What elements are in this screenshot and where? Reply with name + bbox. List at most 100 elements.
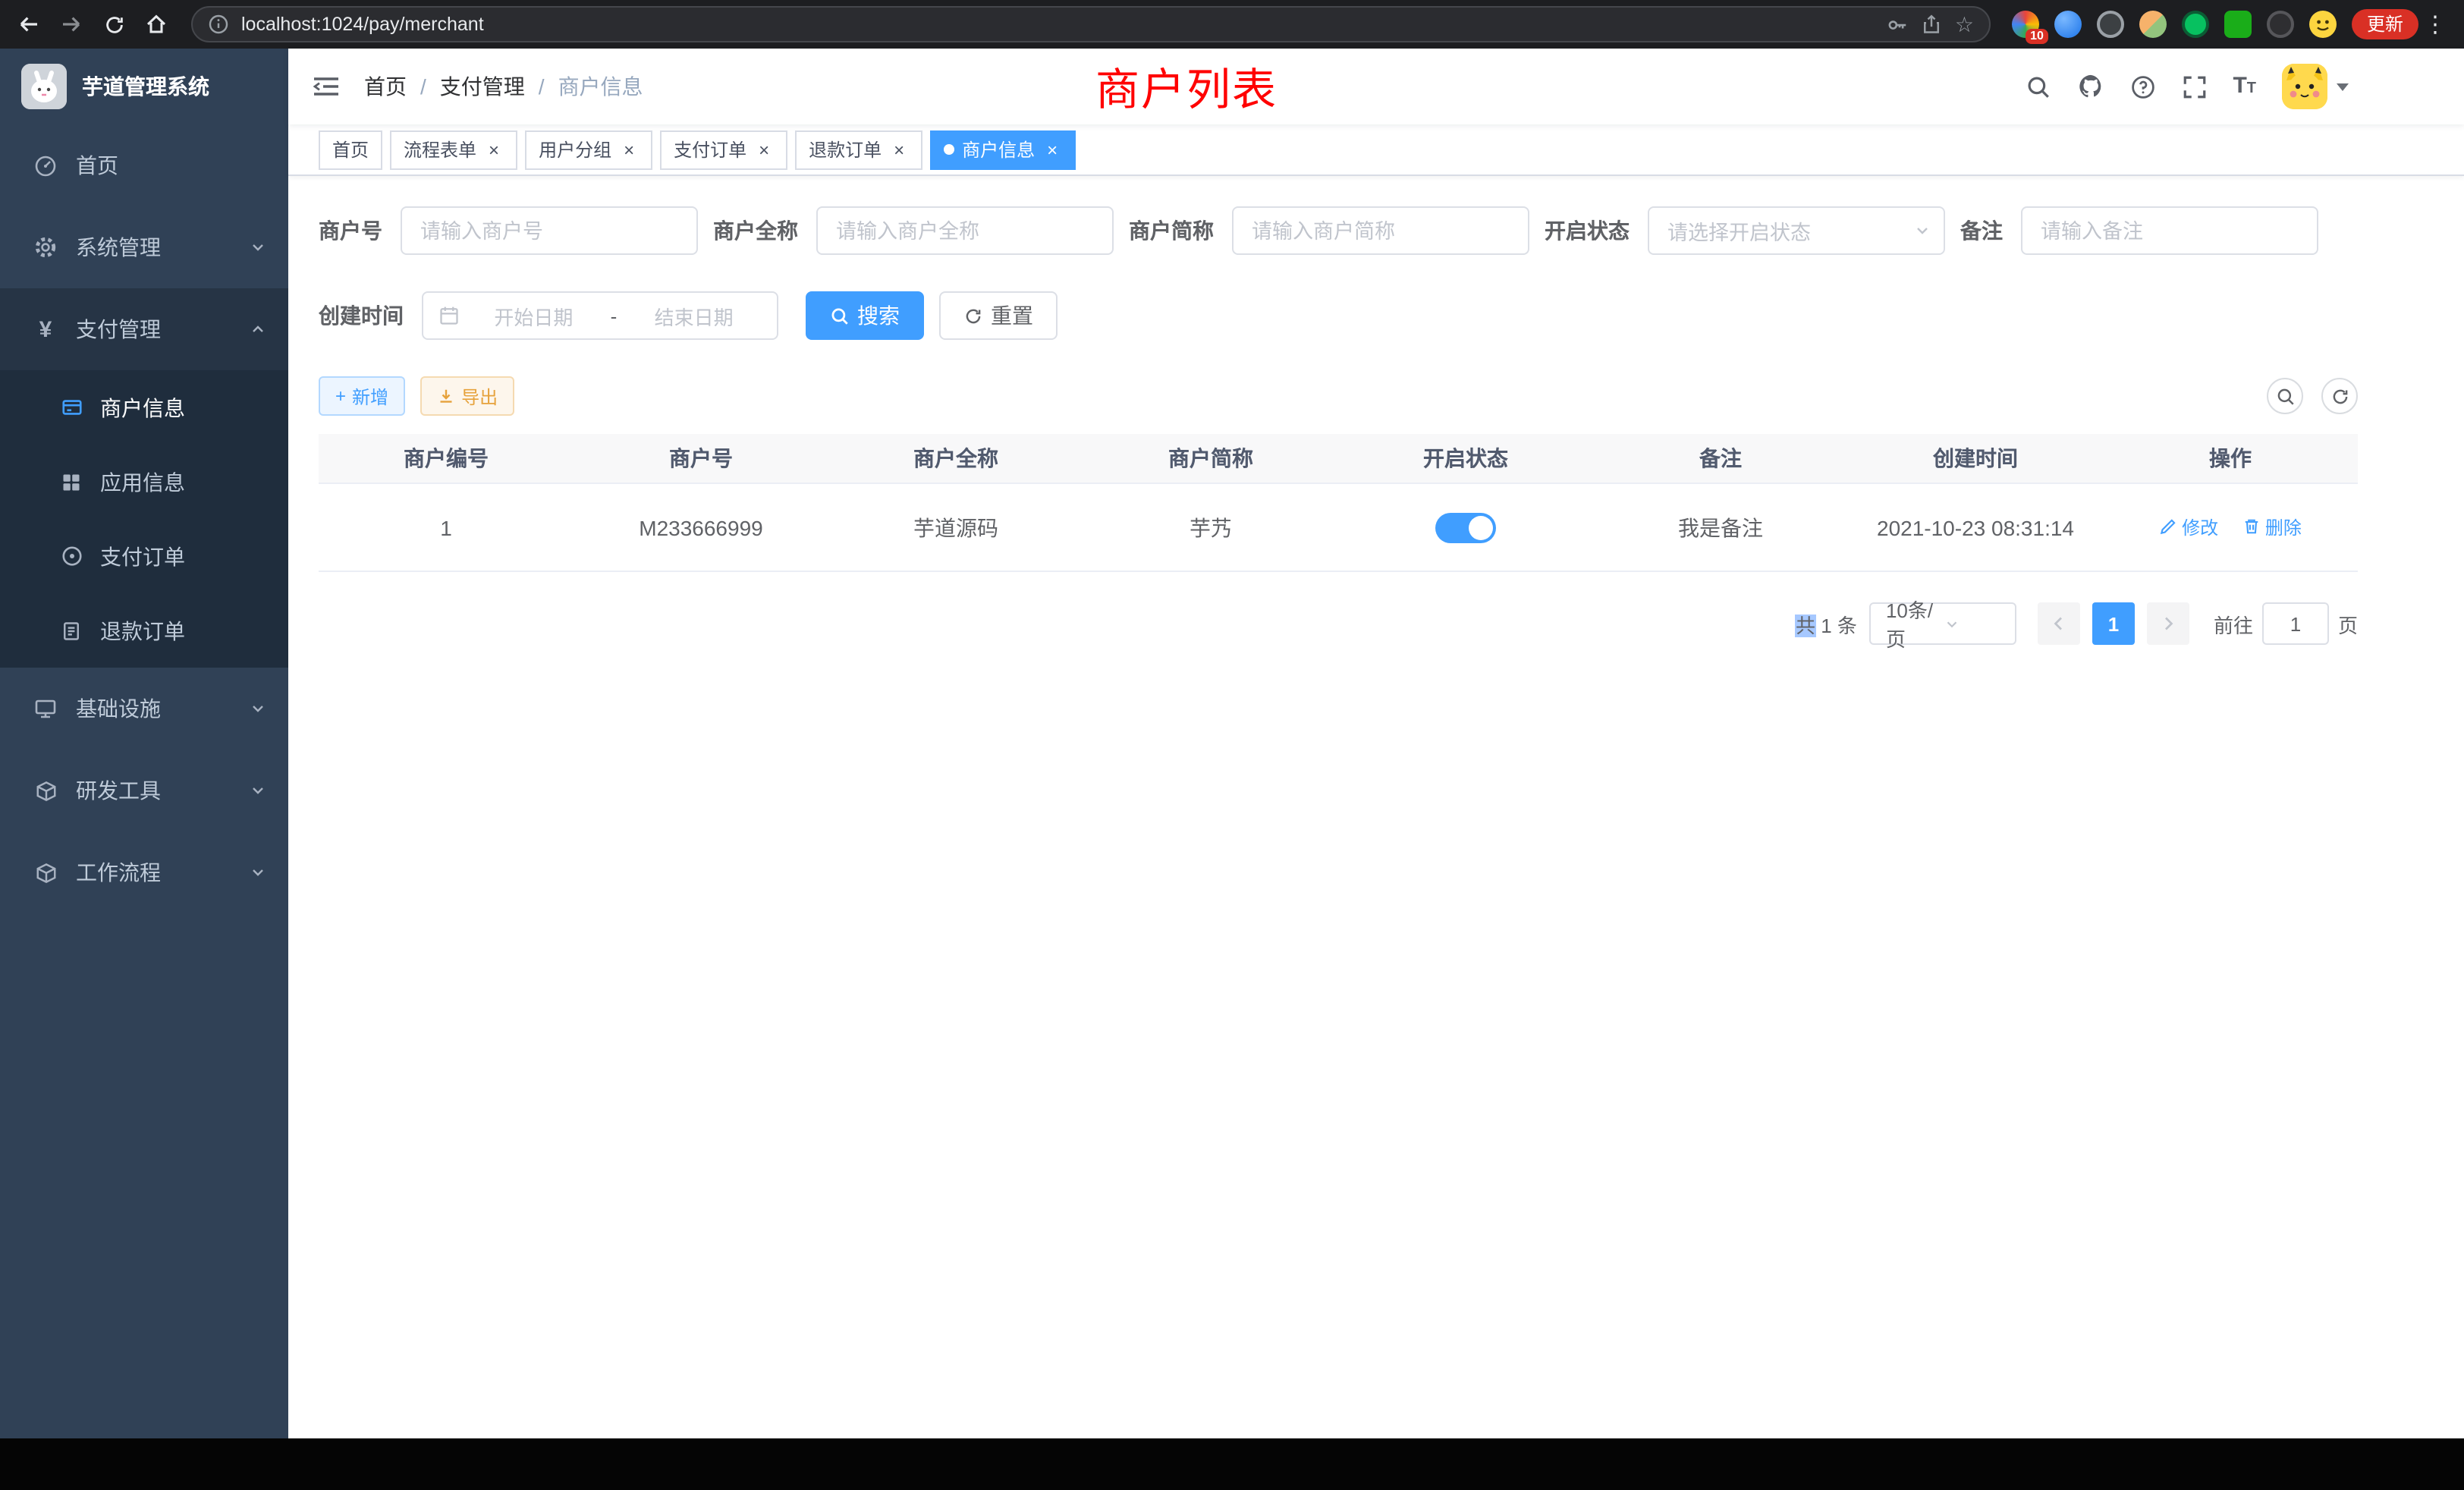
page-number-1[interactable]: 1 xyxy=(2092,602,2135,645)
tab-pay-order[interactable]: 支付订单 × xyxy=(660,130,787,169)
extension-icon-drop[interactable] xyxy=(2054,11,2082,38)
merchant-no-input[interactable] xyxy=(401,206,698,255)
extension-icon-green-circle[interactable] xyxy=(2182,11,2209,38)
field-label: 商户号 xyxy=(319,215,382,246)
breadcrumb-payment[interactable]: 支付管理 xyxy=(440,71,525,102)
github-icon[interactable] xyxy=(2076,73,2104,100)
sidebar-item-workflow[interactable]: 工作流程 xyxy=(0,831,288,913)
tab-label: 首页 xyxy=(332,137,369,162)
field-label: 商户全称 xyxy=(713,215,798,246)
cell-status xyxy=(1338,512,1593,542)
user-menu[interactable] xyxy=(2282,64,2349,109)
field-label: 开启状态 xyxy=(1545,215,1630,246)
sidebar-logo[interactable]: 芋道管理系统 xyxy=(0,49,288,124)
font-size-icon[interactable]: TT xyxy=(2233,76,2256,97)
close-icon[interactable]: × xyxy=(754,140,774,159)
start-date-placeholder: 开始日期 xyxy=(466,301,602,330)
sidebar-item-label: 系统管理 xyxy=(76,232,161,262)
workflow-box-icon xyxy=(30,861,61,884)
close-icon[interactable]: × xyxy=(889,140,909,159)
sidebar-item-system[interactable]: 系统管理 xyxy=(0,206,288,288)
sidebar-item-dev-tools[interactable]: 研发工具 xyxy=(0,750,288,831)
sidebar-item-home[interactable]: 首页 xyxy=(0,124,288,206)
browser-update-button[interactable]: 更新 xyxy=(2352,9,2418,39)
browser-back-icon[interactable] xyxy=(9,5,49,44)
sidebar-item-refund-order[interactable]: 退款订单 xyxy=(0,593,288,668)
extension-icon-green-square[interactable] xyxy=(2224,11,2252,38)
browser-home-icon[interactable] xyxy=(137,5,176,44)
tab-process-form[interactable]: 流程表单 × xyxy=(390,130,517,169)
cell-full-name: 芋道源码 xyxy=(828,512,1083,542)
document-icon xyxy=(58,620,85,641)
tab-label: 支付订单 xyxy=(674,137,746,162)
column-header: 操作 xyxy=(2103,443,2358,473)
browser-reload-icon[interactable] xyxy=(94,5,134,44)
tab-user-group[interactable]: 用户分组 × xyxy=(525,130,652,169)
close-icon[interactable]: × xyxy=(1042,140,1062,159)
extension-icon-emoji[interactable] xyxy=(2309,11,2337,38)
share-icon[interactable] xyxy=(1922,14,1943,35)
site-info-icon[interactable] xyxy=(208,14,229,35)
extension-icon-dark-ring[interactable] xyxy=(2097,11,2124,38)
bookmark-star-icon[interactable]: ☆ xyxy=(1955,14,1974,35)
add-button[interactable]: + 新增 xyxy=(319,376,405,416)
logo-avatar xyxy=(21,64,67,109)
status-select[interactable]: 请选择开启状态 xyxy=(1648,206,1945,255)
sidebar-item-label: 支付订单 xyxy=(100,541,185,571)
search-icon[interactable] xyxy=(2025,74,2051,99)
top-navbar: 首页 / 支付管理 / 商户信息 商户列表 xyxy=(288,49,2464,124)
edit-link[interactable]: 修改 xyxy=(2159,514,2218,540)
chevron-down-icon xyxy=(2337,83,2349,90)
extension-icon-avatar[interactable] xyxy=(2139,11,2167,38)
cell-remark: 我是备注 xyxy=(1593,512,1848,542)
app-title: 芋道管理系统 xyxy=(82,71,209,102)
page-size-select[interactable]: 10条/页 xyxy=(1869,602,2016,645)
tab-refund-order[interactable]: 退款订单 × xyxy=(795,130,922,169)
prev-page-button[interactable] xyxy=(2038,602,2080,645)
delete-link[interactable]: 删除 xyxy=(2242,514,2302,540)
short-name-input[interactable] xyxy=(1232,206,1529,255)
tab-merchant-info[interactable]: 商户信息 × xyxy=(930,130,1076,169)
sidebar-item-pay-order[interactable]: 支付订单 xyxy=(0,519,288,593)
tab-home[interactable]: 首页 xyxy=(319,130,382,169)
yuan-icon: ¥ xyxy=(30,316,61,342)
reset-button-label: 重置 xyxy=(991,300,1033,331)
fullscreen-icon[interactable] xyxy=(2181,74,2207,99)
form-item-merchant-no: 商户号 xyxy=(319,206,698,255)
cell-actions: 修改 删除 xyxy=(2103,514,2358,541)
chevron-down-icon xyxy=(1944,615,2003,632)
refresh-icon[interactable] xyxy=(2321,378,2358,414)
full-name-input[interactable] xyxy=(816,206,1114,255)
export-button[interactable]: 导出 xyxy=(420,376,514,416)
pagination-goto: 前往 页 xyxy=(2214,602,2358,645)
next-page-button[interactable] xyxy=(2147,602,2189,645)
url-text[interactable]: localhost:1024/pay/merchant xyxy=(241,14,1875,35)
tab-label: 用户分组 xyxy=(539,137,611,162)
search-button[interactable]: 搜索 xyxy=(806,291,924,340)
toggle-search-icon[interactable] xyxy=(2267,378,2303,414)
browser-menu-icon[interactable]: ⋮ xyxy=(2422,11,2449,38)
close-icon[interactable]: × xyxy=(619,140,639,159)
password-key-icon[interactable] xyxy=(1887,13,1909,36)
browser-address-bar[interactable]: localhost:1024/pay/merchant ☆ xyxy=(191,6,1991,42)
breadcrumb-home[interactable]: 首页 xyxy=(364,71,407,102)
browser-forward-icon[interactable] xyxy=(52,5,91,44)
extension-icon-knot[interactable] xyxy=(2267,11,2294,38)
tab-label: 流程表单 xyxy=(404,137,476,162)
remark-input[interactable] xyxy=(2021,206,2318,255)
gear-icon xyxy=(30,235,61,259)
help-icon[interactable] xyxy=(2129,74,2155,99)
status-toggle[interactable] xyxy=(1435,512,1496,542)
sidebar-item-infrastructure[interactable]: 基础设施 xyxy=(0,668,288,750)
screen: localhost:1024/pay/merchant ☆ 10 更新 xyxy=(0,0,2464,1490)
sidebar-item-merchant-info[interactable]: 商户信息 xyxy=(0,370,288,445)
extension-icon-wheel[interactable]: 10 xyxy=(2012,11,2039,38)
sidebar-item-app-info[interactable]: 应用信息 xyxy=(0,445,288,519)
chevron-down-icon xyxy=(249,238,267,256)
reset-button[interactable]: 重置 xyxy=(939,291,1058,340)
goto-page-input[interactable] xyxy=(2262,602,2329,645)
close-icon[interactable]: × xyxy=(484,140,504,159)
create-time-range-picker[interactable]: 开始日期 - 结束日期 xyxy=(422,291,778,340)
sidebar-item-payment[interactable]: ¥ 支付管理 xyxy=(0,288,288,370)
sidebar-toggle-icon[interactable] xyxy=(313,74,340,99)
